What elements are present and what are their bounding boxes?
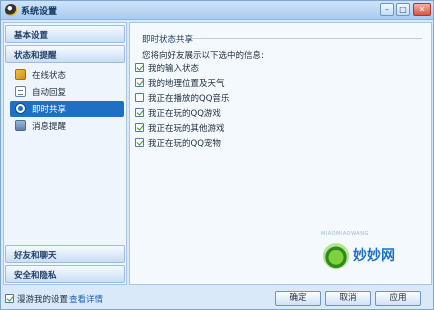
window-title: 系统设置 [21,7,58,17]
checkbox[interactable] [135,78,144,87]
section-title: 即时状态共享 [142,35,194,45]
checkbox[interactable] [135,123,144,132]
option-qq-game[interactable]: 我正在玩的QQ游戏 [135,107,221,120]
sidebar-header-basic[interactable]: 基本设置 [5,25,125,43]
sidebar-item-auto-reply[interactable]: 自动回复 [10,84,124,100]
sidebar-header-security[interactable]: 安全和隐私 [5,265,125,283]
option-label: 我正在玩的QQ游戏 [148,109,221,119]
cancel-button[interactable]: 取消 [325,291,371,306]
checkbox[interactable] [135,138,144,147]
section-divider [192,38,422,39]
option-other-games[interactable]: 我正在玩的其他游戏 [135,122,225,135]
bottom-bar: 漫游我的设置 查看详情 确定 取消 应用 [3,287,433,309]
online-status-icon [15,69,26,80]
option-location-weather[interactable]: 我的地理位置及天气 [135,77,225,90]
option-qq-pet[interactable]: 我正在玩的QQ宠物 [135,137,221,150]
roam-settings-label: 漫游我的设置 [17,295,69,305]
intro-text: 您将向好友展示以下选中的信息: [142,51,264,61]
checkbox[interactable] [135,108,144,117]
view-details-link[interactable]: 查看详情 [69,293,103,305]
sidebar-item-label: 消息提醒 [32,122,67,132]
message-alert-icon [15,120,26,131]
auto-reply-icon [15,86,26,97]
watermark: MIAOMIAOWANG 妙妙网 [321,231,431,286]
checkbox[interactable] [135,63,144,72]
apply-button[interactable]: 应用 [375,291,421,306]
instant-share-icon [15,103,26,114]
qq-penguin-icon [5,4,17,16]
watermark-logo-icon [323,243,349,269]
sidebar-item-online-status[interactable]: 在线状态 [10,67,124,83]
maximize-button[interactable]: □ [396,3,410,16]
watermark-text: 妙妙网 [353,248,395,264]
sidebar-header-chat[interactable]: 好友和聊天 [5,245,125,263]
watermark-caption: MIAOMIAOWANG [321,231,369,237]
sidebar-item-label: 即时共享 [32,105,67,115]
sidebar: 基本设置 状态和提醒 在线状态 自动回复 即时共享 消息提醒 好友和聊天 安全和… [3,22,127,285]
sidebar-item-message-alert[interactable]: 消息提醒 [10,118,124,134]
checkbox[interactable] [135,93,144,102]
sidebar-item-instant-share[interactable]: 即时共享 [10,101,124,117]
option-label: 我的地理位置及天气 [148,79,225,89]
ok-button[interactable]: 确定 [275,291,321,306]
settings-window: 系统设置 – □ ✕ 基本设置 状态和提醒 在线状态 自动回复 即时共享 消息提… [0,0,434,310]
option-qq-music[interactable]: 我正在播放的QQ音乐 [135,92,229,105]
title-bar[interactable]: 系统设置 – □ ✕ [1,1,433,20]
option-label: 我的输入状态 [148,64,200,74]
option-typing-status[interactable]: 我的输入状态 [135,62,199,75]
sidebar-item-label: 在线状态 [32,71,67,81]
minimize-button[interactable]: – [380,3,394,16]
roam-settings-checkbox[interactable] [5,294,14,303]
option-label: 我正在玩的其他游戏 [148,124,225,134]
sidebar-header-status[interactable]: 状态和提醒 [5,45,125,63]
close-button[interactable]: ✕ [413,3,431,16]
option-label: 我正在播放的QQ音乐 [148,94,230,104]
sidebar-item-label: 自动回复 [32,88,67,98]
option-label: 我正在玩的QQ宠物 [148,139,221,149]
